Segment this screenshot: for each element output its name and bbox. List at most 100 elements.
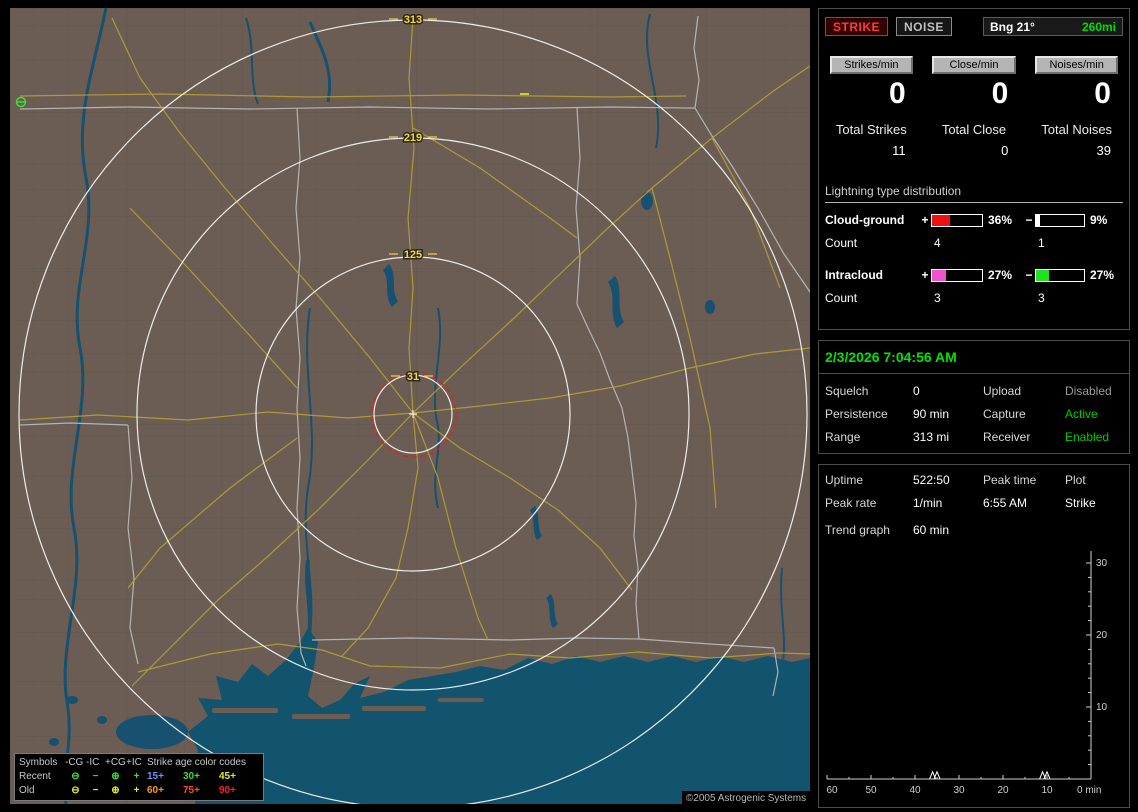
circle-plus-icon: ⊕: [111, 771, 120, 782]
svg-text:50: 50: [865, 785, 877, 796]
peak-time-label: Peak time: [983, 473, 1037, 487]
squelch-value: 0: [913, 384, 920, 398]
minus-icon: −: [92, 785, 99, 796]
persistence-label: Persistence: [825, 407, 888, 421]
age-90: 90+: [219, 785, 236, 796]
copyright-text: ©2005 Astrogenic Systems: [682, 791, 810, 806]
upload-status: Disabled: [1065, 384, 1112, 398]
legend-symbols-header: Symbols: [19, 757, 58, 768]
legend-old-row: Old ⊖ − ⊕ + 60+ 75+ 90+: [19, 784, 259, 798]
cg-plus-count: 4: [934, 236, 941, 250]
svg-text:40: 40: [909, 785, 921, 796]
close-per-min-button[interactable]: Close/min: [932, 56, 1016, 74]
svg-text:20: 20: [1096, 630, 1108, 641]
plus-icon: +: [133, 785, 140, 796]
plus-sign: +: [921, 268, 929, 282]
cloud-ground-row: Cloud-ground + 36% − 9%: [825, 213, 1123, 227]
ic-minus-pct: 27%: [1090, 268, 1115, 282]
capture-status: Active: [1065, 407, 1098, 421]
intracloud-row: Intracloud + 27% − 27%: [825, 268, 1123, 282]
trend-graph: 10 20 30 60 50 40 30 20 10 0 min: [826, 551, 1108, 796]
strikes-counter: Strikes/min 0 Total Strikes 11: [825, 56, 918, 158]
total-close-label: Total Close: [941, 122, 1007, 137]
legend-recent-label: Recent: [19, 771, 51, 782]
svg-text:10: 10: [1041, 785, 1053, 796]
age-30: 30+: [183, 771, 200, 782]
svg-text:20: 20: [997, 785, 1009, 796]
noises-per-min-button[interactable]: Noises/min: [1034, 56, 1119, 74]
bearing-distance: 260mi: [1081, 19, 1116, 34]
circle-minus-icon: ⊖: [71, 785, 80, 796]
receiver-status: Enabled: [1065, 430, 1110, 444]
circle-plus-icon: ⊕: [111, 785, 120, 796]
plot-value: Strike: [1065, 496, 1096, 510]
persistence-value: 90 min: [913, 407, 950, 421]
close-counter: Close/min 0 Total Close 0: [928, 56, 1021, 158]
minus-icon: −: [92, 771, 99, 782]
plus-icon: +: [133, 771, 140, 782]
strike-mode-button[interactable]: STRIKE: [825, 17, 889, 36]
settings-grid: Squelch 0 Upload Disabled Persistence 90…: [819, 374, 1129, 444]
ring-label-31: 31: [407, 371, 419, 383]
lightning-map[interactable]: 313 219 125 31 Symbols -CG -IC +CG +IC S…: [10, 8, 810, 806]
rate-counters: Strikes/min 0 Total Strikes 11 Close/min…: [825, 56, 1123, 158]
age-60: 60+: [147, 785, 164, 796]
nexstorm-window: 313 219 125 31 Symbols -CG -IC +CG +IC S…: [0, 0, 1138, 812]
ring-label-125: 125: [404, 249, 422, 261]
svg-text:60: 60: [826, 785, 838, 796]
cg-plus-pct: 36%: [988, 213, 1013, 227]
ic-plus-count: 3: [934, 291, 941, 305]
mode-row: STRIKE NOISE Bng 21° 260mi: [825, 17, 1123, 36]
legend-col-neg-cg: -CG: [65, 757, 84, 768]
trend-graph-row: Trend graph 60 min: [825, 523, 1123, 537]
svg-text:0 min: 0 min: [1077, 785, 1101, 796]
intracloud-count-row: Count 3 3: [825, 291, 1123, 305]
ic-plus-pct: 27%: [988, 268, 1013, 282]
minus-sign: −: [1025, 213, 1033, 227]
trend-box: Uptime 522:50 Peak time Plot Peak rate 1…: [818, 464, 1130, 808]
cloud-ground-count-row: Count 4 1: [825, 236, 1123, 250]
map-canvas[interactable]: 313 219 125 31: [10, 8, 810, 804]
cloud-ground-label: Cloud-ground: [825, 213, 905, 227]
peak-rate-value: 1/min: [913, 496, 943, 510]
legend-header-row: Symbols -CG -IC +CG +IC Strike age color…: [19, 756, 259, 770]
cg-plus-bar: [931, 213, 983, 227]
distribution-title: Lightning type distribution: [825, 184, 1123, 203]
close-per-min-value: 0: [991, 77, 1009, 110]
ring-label-313: 313: [404, 14, 422, 26]
squelch-label: Squelch: [825, 384, 869, 398]
svg-text:30: 30: [953, 785, 965, 796]
cg-minus-count: 1: [1038, 236, 1045, 250]
noises-counter: Noises/min 0 Total Noises 39: [1030, 56, 1123, 158]
receiver-label: Receiver: [983, 430, 1031, 444]
age-75: 75+: [183, 785, 200, 796]
upload-label: Upload: [983, 384, 1022, 398]
ic-plus-bar: [931, 268, 983, 282]
noise-mode-button[interactable]: NOISE: [896, 17, 952, 36]
count-label: Count: [825, 291, 858, 305]
settings-box: 2/3/2026 7:04:56 AM Squelch 0 Upload Dis…: [818, 340, 1130, 454]
intracloud-label: Intracloud: [825, 268, 884, 282]
cg-minus-bar: [1035, 213, 1085, 227]
datetime-display: 2/3/2026 7:04:56 AM: [819, 341, 1129, 374]
bearing-value: Bng 21°: [990, 19, 1035, 34]
legend-old-label: Old: [19, 785, 35, 796]
legend-col-pos-cg: +CG: [105, 757, 126, 768]
ic-minus-bar: [1035, 268, 1085, 282]
plot-label: Plot: [1065, 473, 1086, 487]
legend-recent-row: Recent ⊖ − ⊕ + 15+ 30+ 45+: [19, 770, 259, 784]
circle-minus-icon: ⊖: [71, 771, 80, 782]
total-strikes-value: 11: [892, 143, 906, 158]
legend-col-neg-ic: -IC: [86, 757, 100, 768]
total-noises-label: Total Noises: [1041, 122, 1113, 137]
bearing-range-display: Bng 21° 260mi: [983, 17, 1123, 36]
range-label: Range: [825, 430, 861, 444]
cg-minus-pct: 9%: [1090, 213, 1108, 227]
legend-age-header: Strike age color codes: [147, 757, 246, 768]
plus-sign: +: [921, 213, 929, 227]
age-45: 45+: [219, 771, 236, 782]
legend-col-pos-ic: +IC: [126, 757, 142, 768]
strikes-per-min-button[interactable]: Strikes/min: [829, 56, 914, 74]
strike-stats-box: STRIKE NOISE Bng 21° 260mi Strikes/min 0…: [818, 8, 1130, 330]
minus-sign: −: [1025, 268, 1033, 282]
